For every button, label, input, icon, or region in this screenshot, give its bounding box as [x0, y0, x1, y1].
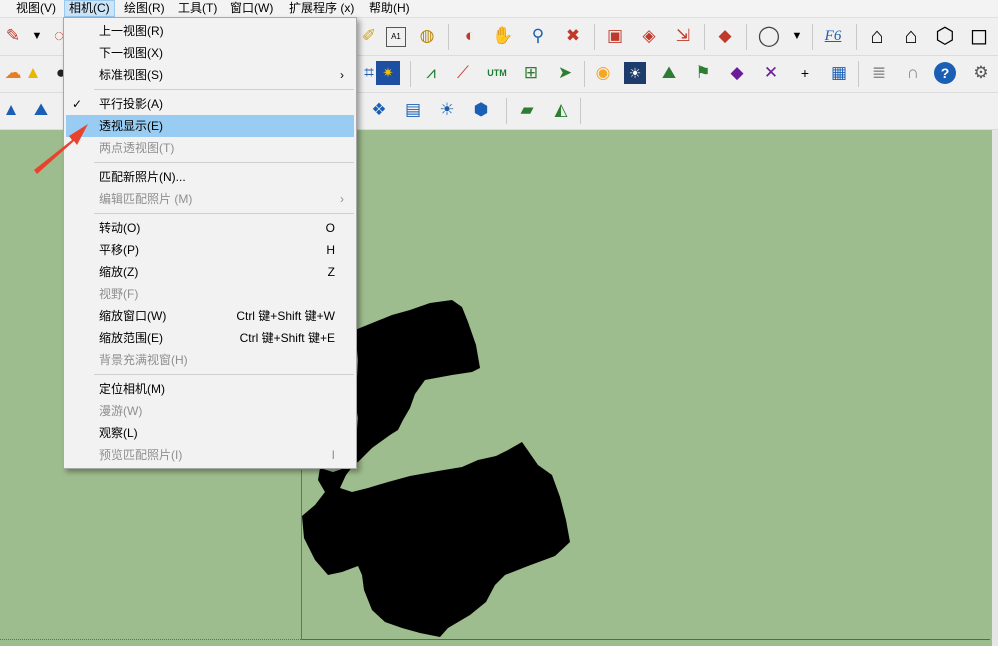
- menu-item-pan[interactable]: 平移(P) H: [66, 239, 354, 261]
- chevron-right-icon: ›: [340, 192, 344, 206]
- chevron-right-icon: ›: [340, 68, 344, 82]
- menu-item-fill-background: 背景充满视窗(H): [99, 353, 188, 367]
- checkmark-icon: ✓: [72, 97, 83, 111]
- menu-item-next-view[interactable]: 下一视图(X): [66, 42, 354, 64]
- menu-item-standard-views[interactable]: 标准视图(S) ›: [66, 64, 354, 86]
- menu-item-walk: 漫游(W): [99, 404, 143, 418]
- menu-item-parallel-projection[interactable]: ✓ 平行投影(A): [66, 93, 354, 115]
- menu-item-preview-matched-photo: 预览匹配照片(I) I: [99, 448, 335, 462]
- menu-item-position-camera[interactable]: 定位相机(M): [66, 378, 354, 400]
- menu-item-look-around[interactable]: 观察(L): [66, 422, 354, 444]
- menu-item-perspective[interactable]: 透视显示(E): [66, 115, 354, 137]
- menu-item-match-new-photo[interactable]: 匹配新照片(N)...: [66, 166, 354, 188]
- camera-dropdown-menu: 上一视图(R) 下一视图(X) 标准视图(S) › ✓ 平行投影(A) 透视显示(E…: [63, 17, 357, 469]
- menu-item-zoom-window[interactable]: 缩放窗口(W) Ctrl 键+Shift 键+W: [66, 305, 354, 327]
- menu-item-two-point-perspective: 两点透视图(T): [99, 141, 175, 155]
- menu-item-field-of-view: 视野(F): [99, 287, 139, 301]
- menu-item-edit-matched-photo: 编辑匹配照片 (M) ›: [66, 188, 354, 210]
- menu-separator: [94, 162, 354, 163]
- menu-separator: [94, 213, 354, 214]
- menu-item-previous-view[interactable]: 上一视图(R): [66, 20, 354, 42]
- menu-separator: [94, 374, 354, 375]
- menu-item-zoom[interactable]: 缩放(Z) Z: [66, 261, 354, 283]
- menu-item-orbit[interactable]: 转动(O) O: [66, 217, 354, 239]
- menu-item-zoom-extents[interactable]: 缩放范围(E) Ctrl 键+Shift 键+E: [66, 327, 354, 349]
- menu-separator: [94, 89, 354, 90]
